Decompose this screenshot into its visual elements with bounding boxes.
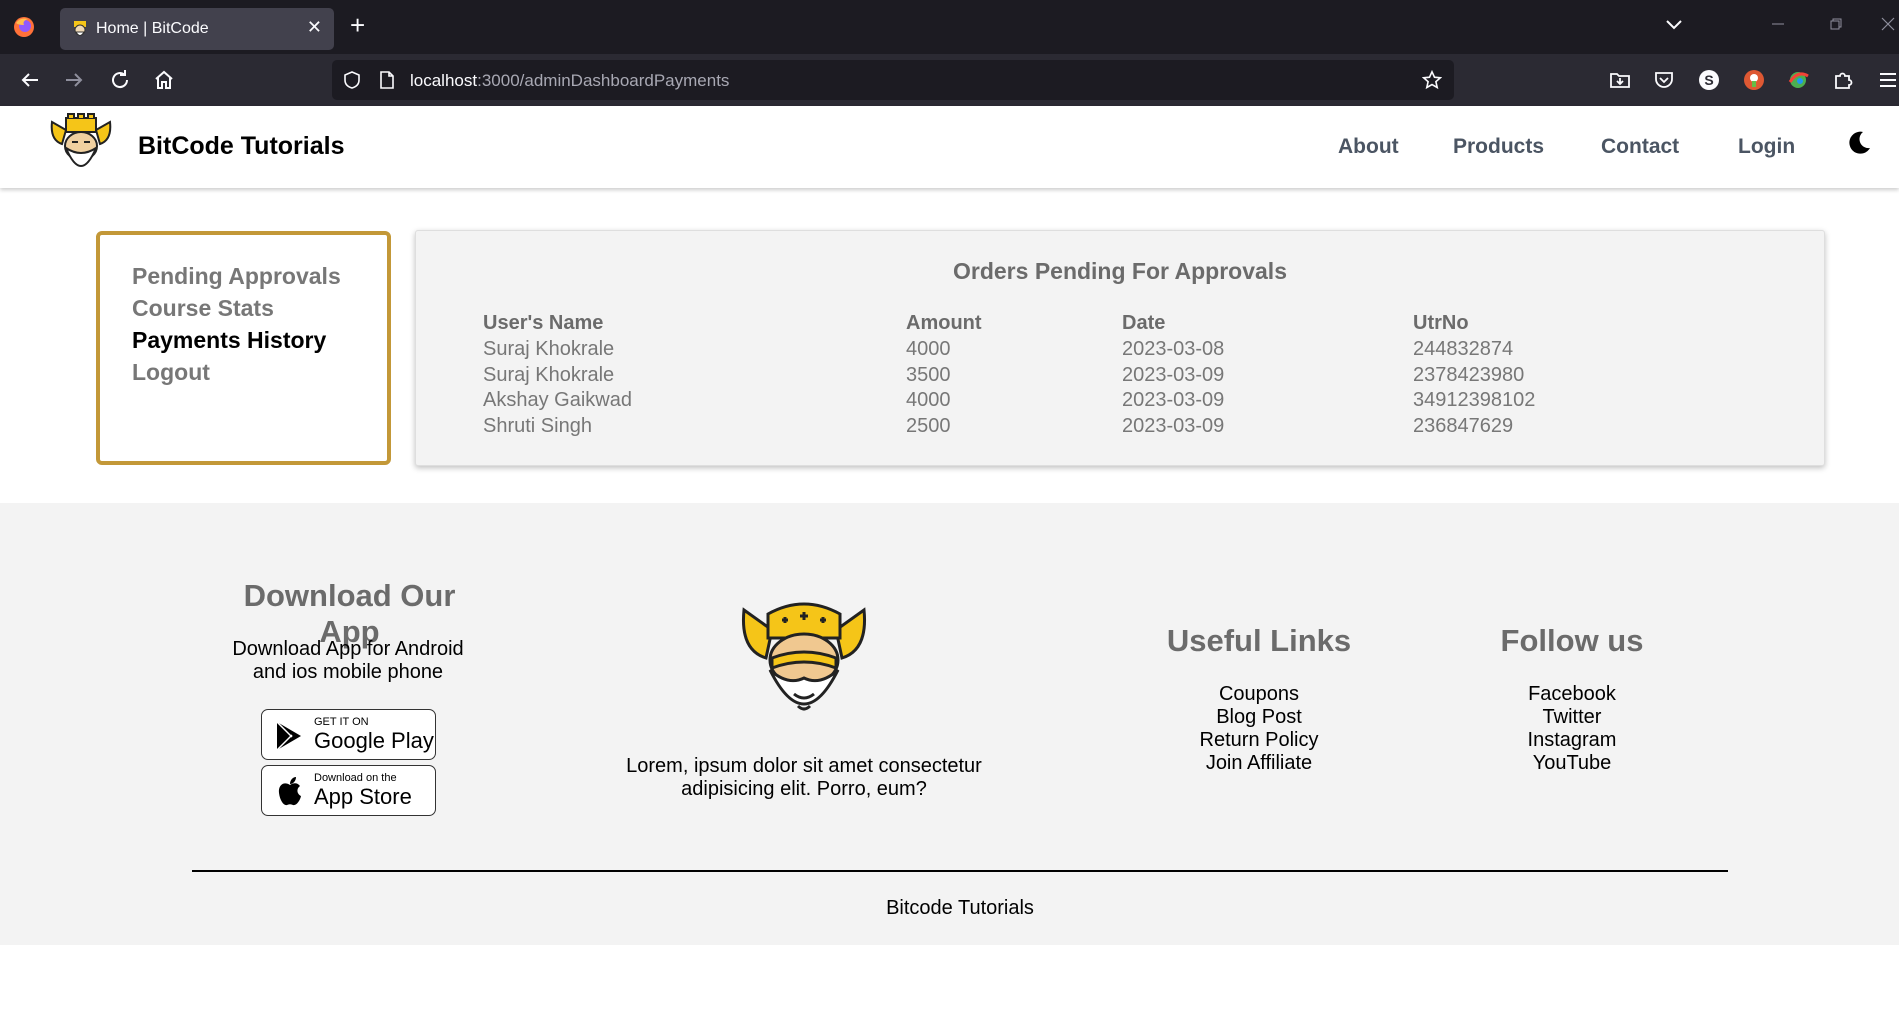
app-store-big-text: App Store	[314, 784, 412, 809]
hamburger-menu-icon[interactable]	[1876, 68, 1899, 92]
google-play-icon	[276, 721, 301, 751]
app-store-small-text: Download on the	[314, 772, 397, 784]
cell-date: 2023-03-09	[1122, 389, 1225, 411]
cell-amount: 4000	[906, 338, 951, 360]
cell-user-name: Shruti Singh	[483, 415, 592, 437]
cell-date: 2023-03-09	[1122, 415, 1225, 437]
cell-date: 2023-03-08	[1122, 338, 1225, 360]
cell-user-name: Suraj Khokrale	[483, 364, 615, 386]
cell-amount: 3500	[906, 364, 951, 386]
cell-utrno: 34912398102	[1413, 389, 1536, 411]
cell-utrno: 2378423980	[1413, 364, 1525, 386]
restore-icon[interactable]	[1828, 16, 1844, 32]
browser-tab[interactable]: Home | BitCode ✕	[60, 8, 334, 50]
footer-link-coupons[interactable]: Coupons	[1169, 683, 1349, 706]
footer-link-blog-post[interactable]: Blog Post	[1169, 706, 1349, 729]
footer-about-text: Lorem, ipsum dolor sit amet consectetur …	[626, 755, 982, 800]
footer-link-facebook[interactable]: Facebook	[1482, 683, 1662, 706]
downloads-icon[interactable]	[1608, 68, 1632, 92]
cell-amount: 4000	[906, 389, 951, 411]
orders-panel: Orders Pending For Approvals User's Name…	[415, 230, 1825, 466]
google-play-small-text: GET IT ON	[314, 716, 369, 728]
admin-sidebar: Pending Approvals Course Stats Payments …	[96, 231, 391, 465]
pocket-icon[interactable]	[1652, 68, 1676, 92]
column-header-amount: Amount	[906, 312, 982, 334]
bitcode-logo-icon[interactable]	[48, 112, 114, 180]
s-extension-icon[interactable]: S	[1697, 68, 1721, 92]
site-footer: Download Our App Download App for Androi…	[0, 503, 1899, 945]
bitcode-footer-logo-icon	[741, 602, 867, 711]
address-bar[interactable]: localhost:3000/adminDashboardPayments	[332, 60, 1454, 100]
nav-about[interactable]: About	[1338, 135, 1399, 159]
dark-mode-moon-icon[interactable]	[1846, 130, 1872, 156]
column-header-utrno: UtrNo	[1413, 312, 1469, 334]
nav-contact[interactable]: Contact	[1601, 135, 1679, 159]
google-play-big-text: Google Play	[314, 728, 434, 753]
useful-links-list: Coupons Blog Post Return Policy Join Aff…	[1169, 683, 1349, 775]
cell-user-name: Akshay Gaikwad	[483, 389, 632, 411]
bookmark-star-icon[interactable]	[1422, 70, 1442, 90]
footer-divider	[192, 870, 1728, 872]
footer-link-youtube[interactable]: YouTube	[1482, 752, 1662, 775]
sidebar-item-logout[interactable]: Logout	[132, 359, 210, 386]
new-tab-icon[interactable]: +	[350, 12, 365, 38]
page-icon[interactable]	[378, 70, 396, 90]
footer-link-instagram[interactable]: Instagram	[1482, 729, 1662, 752]
url-text[interactable]: localhost:3000/adminDashboardPayments	[410, 71, 729, 91]
svg-text:S: S	[1704, 72, 1713, 88]
follow-us-heading: Follow us	[1500, 623, 1644, 658]
extensions-puzzle-icon[interactable]	[1831, 68, 1855, 92]
sidebar-item-course-stats[interactable]: Course Stats	[132, 295, 274, 322]
browser-toolbar: localhost:3000/adminDashboardPayments S	[0, 54, 1899, 106]
download-description: Download App for Android and ios mobile …	[232, 638, 464, 683]
home-icon[interactable]	[152, 68, 176, 92]
forward-arrow-icon[interactable]	[62, 68, 86, 92]
duckduckgo-icon[interactable]	[1742, 68, 1766, 92]
cell-utrno: 244832874	[1413, 338, 1514, 360]
minimize-icon[interactable]	[1770, 16, 1786, 32]
browser-tab-bar: Home | BitCode ✕ +	[0, 0, 1899, 54]
column-header-date: Date	[1122, 312, 1166, 334]
tab-title: Home | BitCode	[96, 20, 209, 37]
reload-icon[interactable]	[108, 68, 132, 92]
sidebar-item-payments-history[interactable]: Payments History	[132, 327, 326, 354]
footer-link-return-policy[interactable]: Return Policy	[1169, 729, 1349, 752]
close-tab-icon[interactable]: ✕	[307, 17, 322, 38]
cell-date: 2023-03-09	[1122, 364, 1225, 386]
footer-copyright: Bitcode Tutorials	[886, 897, 1034, 919]
panel-title: Orders Pending For Approvals	[953, 258, 1287, 284]
brand-name[interactable]: BitCode Tutorials	[138, 132, 344, 161]
bitcode-favicon-icon	[74, 21, 86, 36]
sidebar-item-pending-approvals[interactable]: Pending Approvals	[132, 263, 341, 290]
useful-links-heading: Useful Links	[1166, 623, 1352, 658]
footer-link-twitter[interactable]: Twitter	[1482, 706, 1662, 729]
footer-link-join-affiliate[interactable]: Join Affiliate	[1169, 752, 1349, 775]
column-header-users-name: User's Name	[483, 312, 604, 334]
social-links-list: Facebook Twitter Instagram YouTube	[1482, 683, 1662, 775]
app-store-badge[interactable]: Download on the App Store	[261, 765, 436, 816]
apple-icon	[278, 777, 301, 806]
window-close-icon[interactable]	[1880, 16, 1896, 32]
colorful-extension-icon[interactable]	[1786, 68, 1810, 92]
site-header: BitCode Tutorials About Products Contact…	[0, 106, 1899, 188]
shield-icon[interactable]	[342, 70, 362, 90]
cell-user-name: Suraj Khokrale	[483, 338, 615, 360]
cell-utrno: 236847629	[1413, 415, 1514, 437]
cell-amount: 2500	[906, 415, 951, 437]
nav-products[interactable]: Products	[1453, 135, 1544, 159]
google-play-badge[interactable]: GET IT ON Google Play	[261, 709, 436, 760]
firefox-icon[interactable]	[12, 15, 36, 39]
nav-login[interactable]: Login	[1738, 135, 1795, 159]
back-arrow-icon[interactable]	[18, 68, 42, 92]
chevron-down-icon[interactable]	[1664, 14, 1684, 34]
